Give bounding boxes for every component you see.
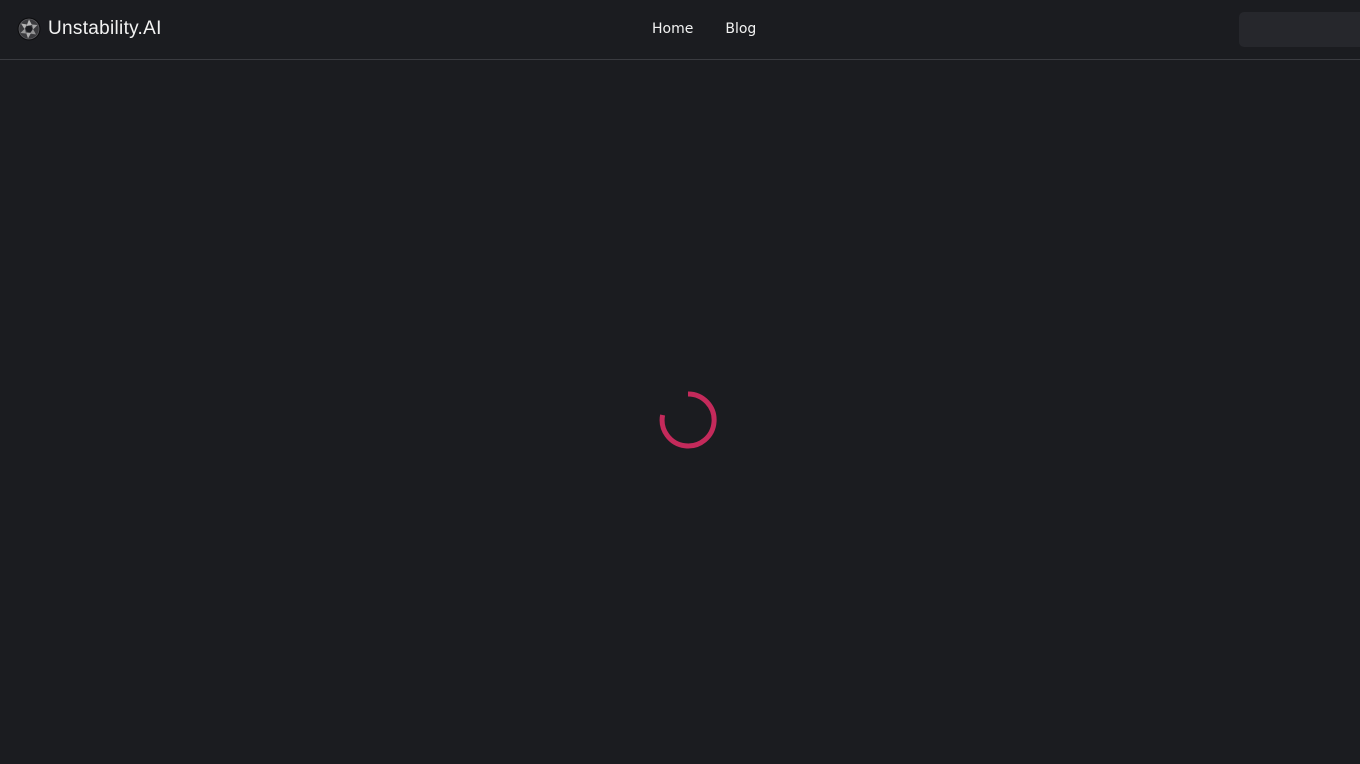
- main-content: [0, 60, 1360, 764]
- nav-link-home[interactable]: Home: [652, 20, 693, 39]
- brand-home-link[interactable]: Unstability.AI: [17, 16, 162, 42]
- aperture-logo-icon: [17, 17, 41, 41]
- loading-spinner-icon: [659, 391, 717, 449]
- nav-link-blog[interactable]: Blog: [725, 20, 756, 39]
- brand-name: Unstability.AI: [48, 18, 162, 39]
- main-nav: Home Blog: [652, 20, 756, 39]
- header-action-button[interactable]: [1239, 12, 1360, 47]
- top-navbar: Unstability.AI Home Blog: [0, 0, 1360, 60]
